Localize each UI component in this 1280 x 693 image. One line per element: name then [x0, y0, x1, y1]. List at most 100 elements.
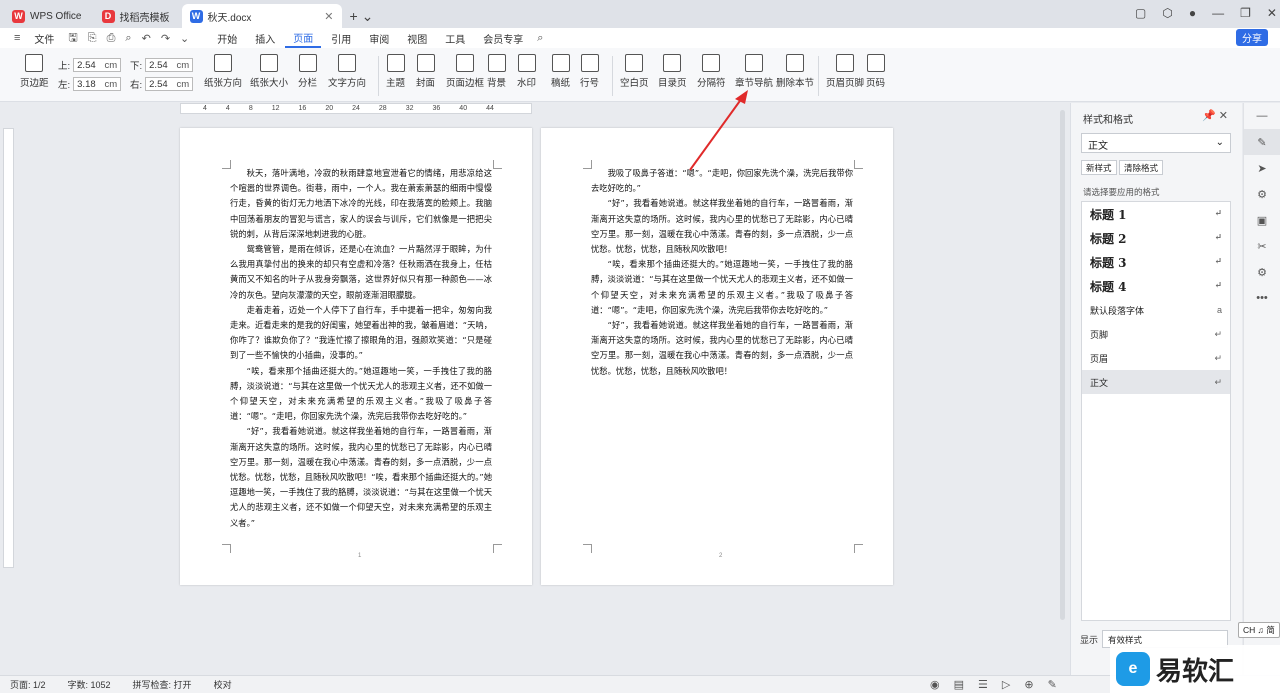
style-heading-4[interactable]: 标题 4 ↵ — [1082, 274, 1230, 298]
search-icon[interactable]: ⌕ — [533, 32, 547, 45]
style-header[interactable]: 页眉 ↵ — [1082, 346, 1230, 370]
view-controls: ◉ ▤ ☰ ▷ ⊕ ✎ — [930, 678, 1057, 691]
header-footer-button[interactable]: 页眉页脚 — [826, 54, 864, 89]
tab-label: 找稻壳模板 — [119, 12, 170, 24]
pen-icon[interactable]: ✎ — [1244, 129, 1280, 155]
section-navigation-button[interactable]: 章节导航 — [735, 54, 773, 89]
cover-button[interactable]: 封面 — [416, 54, 435, 89]
vertical-scrollbar[interactable] — [1060, 110, 1065, 620]
pen-icon[interactable]: ✎ — [1048, 678, 1057, 691]
bottom-margin-input[interactable]: 2.54 cm — [145, 58, 194, 72]
columns-button[interactable]: 分栏 — [298, 54, 317, 89]
document-page-1[interactable]: 秋天，落叶满地，冷寂的秋雨肆意地宣泄着它的情绪，用悲凉给这个喧嚣的世界调色。街巷… — [180, 128, 532, 585]
style-heading-2[interactable]: 标题 2 ↵ — [1082, 226, 1230, 250]
style-heading-1[interactable]: 标题 1 ↵ — [1082, 202, 1230, 226]
ruler-tick: 12 — [271, 105, 280, 112]
current-style-select[interactable]: 正文 ⌄ — [1081, 133, 1231, 153]
sliders-icon[interactable]: ⚙ — [1244, 181, 1280, 207]
tab-wps-office[interactable]: W WPS Office — [4, 4, 90, 28]
clear-format-button[interactable]: 清除格式 — [1119, 160, 1164, 175]
menu-review[interactable]: 审阅 — [361, 28, 397, 48]
minus-icon[interactable]: — — [1244, 103, 1280, 129]
preview-icon[interactable]: ⌕ — [121, 32, 135, 45]
separator-button[interactable]: 分隔符 — [697, 54, 726, 89]
menu-insert[interactable]: 插入 — [247, 28, 283, 48]
left-margin-input[interactable]: 3.18 cm — [73, 77, 122, 91]
text-direction-button[interactable]: 文字方向 — [328, 54, 366, 89]
proofread[interactable]: 校对 — [214, 678, 232, 691]
delete-section-button[interactable]: 删除本节 — [776, 54, 814, 89]
style-heading-3[interactable]: 标题 3 ↵ — [1082, 250, 1230, 274]
menu-page[interactable]: 页面 — [285, 28, 322, 48]
line-number-button[interactable]: 行号 — [580, 54, 599, 89]
window-controls: ▢ ⬡ ● — ❐ ✕ — [1135, 6, 1277, 20]
close-window-icon[interactable]: ✕ — [1267, 6, 1277, 20]
menu-file[interactable]: 文件 — [26, 28, 62, 48]
theme-button[interactable]: 主题 — [386, 54, 405, 89]
image-icon[interactable]: ▣ — [1244, 207, 1280, 233]
manuscript-button[interactable]: 稿纸 — [551, 54, 570, 89]
word-count[interactable]: 字数: 1052 — [68, 678, 111, 691]
menu-tools[interactable]: 工具 — [437, 28, 473, 48]
page-1-body[interactable]: 秋天，落叶满地，冷寂的秋雨肆意地宣泄着它的情绪，用悲凉给这个喧嚣的世界调色。街巷… — [230, 166, 492, 531]
play-icon[interactable]: ▷ — [1002, 678, 1010, 691]
paper-size-button[interactable]: 纸张大小 — [250, 54, 288, 89]
right-margin-input[interactable]: 2.54 cm — [145, 77, 194, 91]
more-icon[interactable]: ⌄ — [176, 32, 193, 45]
settings-icon[interactable]: ⚙ — [1244, 259, 1280, 285]
style-default-font[interactable]: 默认段落字体 a — [1082, 298, 1230, 322]
tab-template[interactable]: D 找稻壳模板 — [94, 4, 178, 28]
page-2-body[interactable]: 我吸了吸鼻子答道：“嗯”。“走吧，你回家先洗个澡，洗完后我带你去吃好吃的。” “… — [591, 166, 853, 379]
undo-icon[interactable]: ↶ — [138, 32, 155, 45]
tools-icon[interactable]: ✂ — [1244, 233, 1280, 259]
right-margin: 右: 2.54 cm — [130, 77, 194, 91]
layout-icon[interactable]: ▢ — [1135, 6, 1146, 20]
ime-indicator[interactable]: CH ♫ 简 — [1238, 622, 1280, 638]
top-margin-input[interactable]: 2.54 cm — [73, 58, 122, 72]
save-icon[interactable]: 🖫 — [64, 29, 81, 48]
style-body[interactable]: 正文 ↵ — [1082, 370, 1230, 394]
margins-button[interactable]: 页边距 — [20, 54, 49, 89]
minimize-icon[interactable]: — — [1212, 6, 1224, 20]
cube-icon[interactable]: ⬡ — [1162, 6, 1172, 20]
new-style-button[interactable]: 新样式 — [1081, 160, 1117, 175]
menu-home[interactable]: 开始 — [209, 28, 245, 48]
toc-page-button[interactable]: 目录页 — [658, 54, 687, 89]
print-icon[interactable]: ⎙ — [103, 32, 120, 45]
web-icon[interactable]: ⊕ — [1024, 678, 1033, 691]
horizontal-ruler[interactable]: 4 4 8 12 16 20 24 28 32 36 40 44 — [180, 103, 532, 114]
paragraph: 鸳鸯管管，是雨在倾诉，还是心在流血？一片黯然浮于眼眸，为什么我用真挚付出的换来的… — [230, 244, 492, 300]
eye-icon[interactable]: ◉ — [930, 678, 940, 691]
redo-icon[interactable]: ↷ — [157, 32, 174, 45]
paragraph: “唉，看来那个插曲还挺大的。”她逗趣地一笑，一手拽住了我的胳膊，淡淡说道：“与其… — [230, 365, 492, 422]
tab-document[interactable]: W 秋天.docx ✕ — [181, 4, 342, 28]
blank-page-button[interactable]: 空白页 — [620, 54, 649, 89]
vertical-ruler[interactable] — [3, 128, 14, 568]
menu-view[interactable]: 视图 — [399, 28, 435, 48]
document-page-2[interactable]: 我吸了吸鼻子答道：“嗯”。“走吧，你回家先洗个澡，洗完后我带你去吃好吃的。” “… — [541, 128, 893, 585]
avatar[interactable]: ● — [1189, 6, 1196, 20]
hamburger-icon[interactable]: ≡ — [10, 32, 24, 44]
page-view-icon[interactable]: ▤ — [954, 678, 964, 691]
page-count[interactable]: 页面: 1/2 — [10, 678, 46, 691]
background-button[interactable]: 背景 — [487, 54, 506, 89]
page-number-button[interactable]: 页码 — [866, 54, 885, 89]
more-dots-icon[interactable]: ••• — [1244, 285, 1280, 311]
export-icon[interactable]: ⎘ — [84, 32, 101, 45]
pin-close-icons[interactable]: 📌 ✕ — [1202, 109, 1228, 122]
close-tab-icon[interactable]: ✕ — [324, 10, 333, 23]
menu-member[interactable]: 会员专享 — [475, 28, 531, 48]
watermark-button[interactable]: 水印 — [517, 54, 536, 89]
ruler-tick: 4 — [203, 105, 207, 112]
spell-check[interactable]: 拼写检查: 打开 — [133, 678, 192, 691]
cursor-icon[interactable]: ➤ — [1244, 155, 1280, 181]
page-border-button[interactable]: 页面边框 — [446, 54, 484, 89]
menu-reference[interactable]: 引用 — [323, 28, 359, 48]
share-button[interactable]: 分享 — [1236, 29, 1268, 46]
restore-icon[interactable]: ❐ — [1240, 6, 1251, 20]
divider — [612, 56, 613, 96]
new-tab-button[interactable]: + ⌄ — [342, 4, 382, 28]
orientation-button[interactable]: 纸张方向 — [204, 54, 242, 89]
style-footer[interactable]: 页脚 ↵ — [1082, 322, 1230, 346]
outline-icon[interactable]: ☰ — [978, 678, 988, 691]
